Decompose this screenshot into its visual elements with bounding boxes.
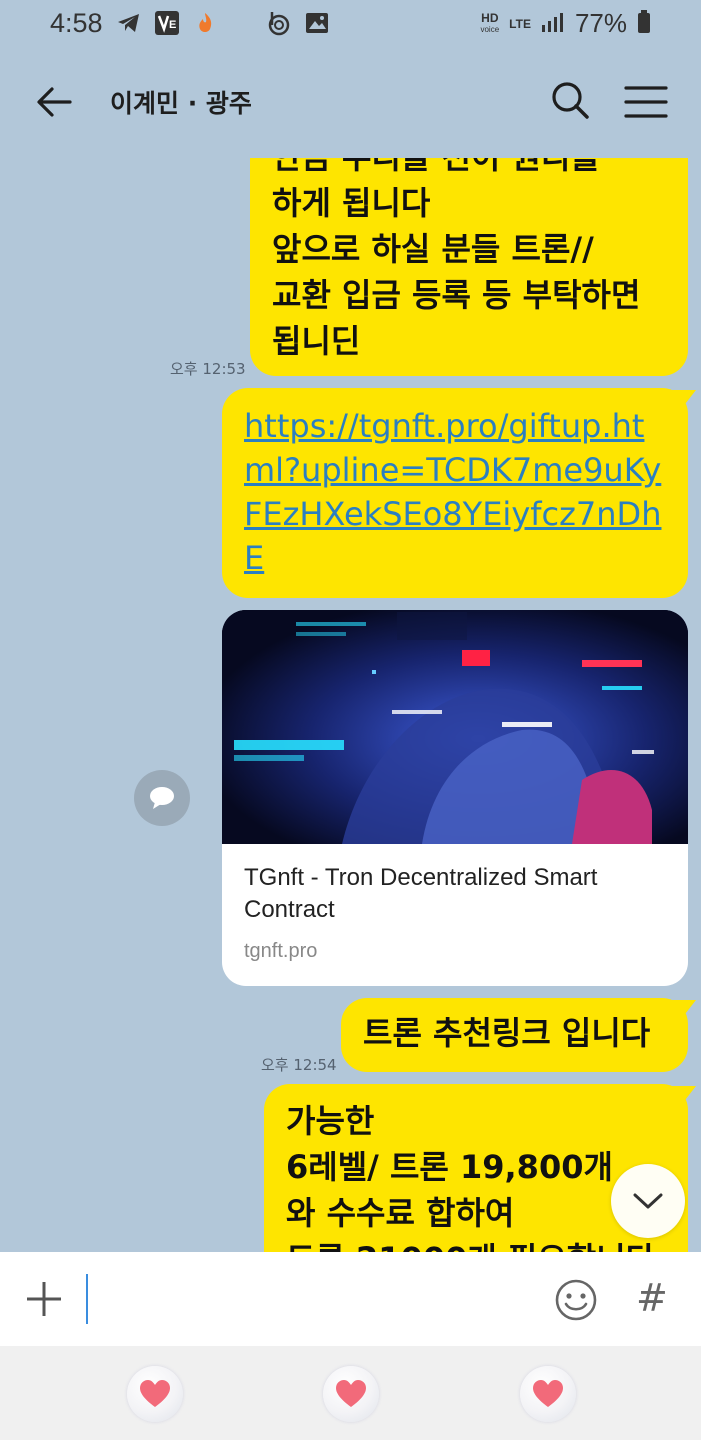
svg-text:E: E (169, 19, 176, 31)
telegram-icon (116, 10, 142, 36)
preview-title: TGnft - Tron Decentralized Smart Contrac… (244, 864, 598, 923)
message-time: 오후 12:54 (261, 1056, 337, 1074)
bubble-tail-icon (672, 390, 696, 408)
link-message-bubble[interactable]: https://tgnft.pro/giftup.html?upline=TCD… (222, 388, 696, 598)
share-button[interactable] (134, 770, 190, 826)
message-time: 오후 12:53 (170, 360, 246, 378)
lte-indicator: LTE (509, 16, 531, 31)
chat-header: 이계민 · 광주 (0, 48, 701, 158)
heart-icon (336, 1380, 366, 1407)
heart-icon (140, 1380, 170, 1407)
menu-button[interactable] (622, 80, 670, 124)
heart-emoticon[interactable] (520, 1366, 576, 1422)
chat-area[interactable]: 안금 우리들 선이 원리를 하게 됩니다 앞으로 하실 분들 트론// 교환 입… (0, 158, 701, 1252)
message-text: 안금 우리들 선이 원리를 하게 됩니다 앞으로 하실 분들 트론// 교환 입… (272, 158, 641, 360)
plus-icon (27, 1282, 61, 1316)
notification-icons: E (116, 10, 330, 36)
speech-bubble-icon (150, 787, 174, 809)
app-notification-icon (192, 10, 218, 36)
message-link[interactable]: https://tgnft.pro/giftup.html?upline=TCD… (244, 404, 666, 580)
status-bar: 4:58 E HD voice LTE 77% (0, 0, 701, 48)
emoticon-suggestions (0, 1346, 701, 1440)
text-caret (86, 1274, 88, 1324)
preview-image (222, 610, 688, 844)
status-time: 4:58 (50, 8, 103, 38)
vpn-icon: E (154, 10, 180, 36)
bubble-tail-icon (672, 1086, 696, 1104)
menu-icon (624, 86, 668, 118)
message-bubble[interactable]: 트론 추천링크 입니다 (341, 998, 696, 1072)
heart-emoticon[interactable] (127, 1366, 183, 1422)
hd-voice-indicator: HD voice (480, 10, 500, 34)
chevron-down-icon (633, 1193, 663, 1209)
message-text: 트론 추천링크 입니다 (363, 1014, 651, 1052)
arrow-left-icon (37, 87, 72, 117)
emoji-icon (555, 1279, 597, 1321)
bubble-tail-icon (672, 1000, 696, 1018)
attach-button[interactable] (24, 1279, 64, 1319)
message-input[interactable] (92, 1272, 532, 1326)
message-text: 가능한 6레벨/ 트론 19,800개 와 수수료 합하여 트론 21000개 … (286, 1102, 655, 1252)
message-input-bar: # (0, 1252, 701, 1346)
search-button[interactable] (548, 78, 592, 122)
emoji-button[interactable] (554, 1278, 598, 1322)
gallery-icon (304, 10, 330, 36)
system-status: HD voice LTE 77% (480, 8, 651, 39)
battery-percent: 77% (574, 8, 627, 38)
battery-icon (637, 9, 651, 38)
heart-icon (533, 1380, 563, 1407)
search-icon (552, 82, 589, 119)
hashtag-button[interactable]: # (636, 1276, 668, 1320)
message-bubble[interactable]: 안금 우리들 선이 원리를 하게 됩니다 앞으로 하실 분들 트론// 교환 입… (250, 158, 688, 376)
preview-domain: tgnft.pro (244, 940, 318, 962)
preview-illustration (222, 610, 688, 844)
scroll-to-bottom-button[interactable] (611, 1164, 685, 1238)
heart-emoticon[interactable] (323, 1366, 379, 1422)
chat-title: 이계민 · 광주 (110, 89, 252, 118)
link-preview-card[interactable]: TGnft - Tron Decentralized Smart Contrac… (222, 610, 688, 986)
signal-icon (541, 11, 565, 37)
back-button[interactable] (32, 80, 76, 124)
b-app-icon (266, 10, 292, 36)
